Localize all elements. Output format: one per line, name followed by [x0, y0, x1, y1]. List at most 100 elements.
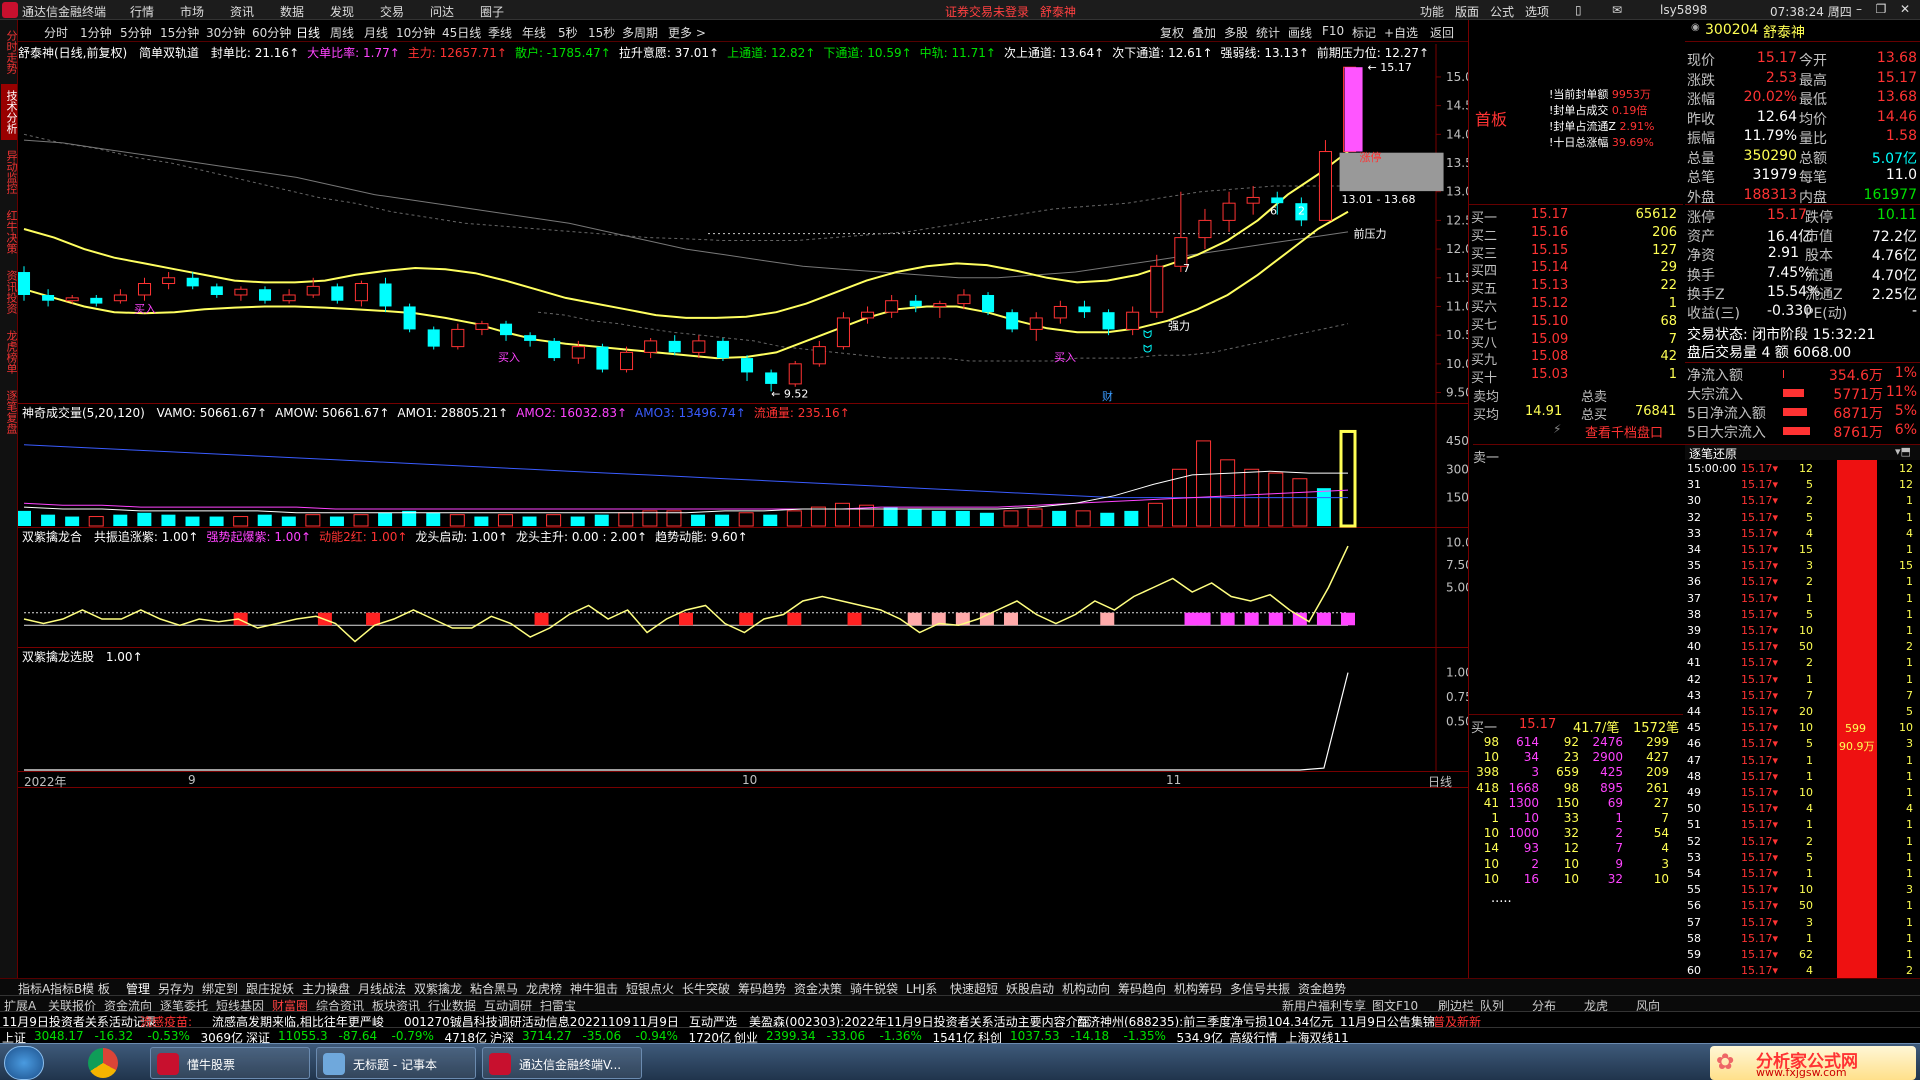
candle[interactable] [137, 283, 152, 296]
volume-bar[interactable] [305, 514, 321, 527]
candle[interactable] [668, 340, 681, 353]
period-tab[interactable]: 季线 [488, 24, 512, 41]
volume-pane[interactable]: 神奇成交量(5,20,120) VAMO: 50661.67↑ AMOW: 506… [18, 404, 1468, 528]
vtab-timeshare[interactable]: 分时走势 [1, 24, 18, 80]
menu-item[interactable]: 数据 [280, 3, 304, 20]
dragon-indicator-pane[interactable]: 双紫擒龙合 共振追涨紫: 1.00↑ 强势起爆紫: 1.00↑ 动能2红: 1.00… [18, 528, 1468, 648]
vtab-decision[interactable]: 红牛决策 [1, 204, 18, 260]
candle[interactable] [306, 285, 320, 296]
chrome-icon[interactable] [88, 1048, 118, 1078]
candlestick-chart[interactable]: 15.00 14.50 14.00 13.50 13.00 12.50 12.00 11.50… [18, 44, 1468, 404]
volume-bar[interactable] [1100, 512, 1115, 526]
candle[interactable] [644, 340, 658, 353]
volume-bar[interactable] [1292, 478, 1308, 527]
view-thousand-button[interactable]: 查看千档盘口 [1585, 422, 1663, 441]
volume-bar[interactable] [1339, 429, 1357, 528]
period-tab[interactable]: 60分钟 [252, 24, 291, 41]
period-tab[interactable]: 15分钟 [160, 24, 199, 41]
volume-bar[interactable] [88, 516, 104, 527]
top-menu-formula[interactable]: 公式 [1490, 3, 1514, 20]
buy-level-row[interactable]: 买八 15.09 7 [1471, 332, 1677, 351]
candle[interactable] [765, 372, 778, 384]
tool-back[interactable]: 返回 [1430, 24, 1454, 41]
period-tab-daily[interactable]: 日线 [296, 24, 320, 41]
volume-bar[interactable] [474, 516, 489, 526]
login-warning[interactable]: 证券交易未登录 [945, 3, 1029, 20]
volume-bar[interactable] [497, 514, 513, 527]
candle[interactable] [499, 323, 513, 336]
period-more[interactable]: 更多 > [668, 24, 706, 41]
candle[interactable] [258, 289, 272, 301]
start-button[interactable] [4, 1046, 44, 1080]
candle[interactable] [1246, 196, 1260, 204]
volume-bar[interactable] [161, 514, 176, 526]
candle[interactable] [427, 329, 440, 347]
menu-item[interactable]: 问达 [430, 3, 454, 20]
taskbar-item[interactable]: 无标题 - 记事本 [316, 1047, 476, 1079]
minimize-icon[interactable]: – [1848, 2, 1870, 18]
taskbar-item[interactable]: 通达信金融终端V... [482, 1047, 642, 1079]
volume-bar[interactable] [1196, 440, 1212, 527]
candle[interactable] [1078, 306, 1091, 313]
menu-item[interactable]: 发现 [330, 3, 354, 20]
volume-bar[interactable] [1052, 510, 1067, 526]
vtab-news[interactable]: 资讯投资 [1, 264, 18, 320]
candle[interactable] [571, 346, 585, 359]
vtab-dragon[interactable]: 龙虎榜单 [1, 324, 18, 380]
tool-stats[interactable]: 统计 [1256, 24, 1280, 41]
tool-f10[interactable]: F10 [1322, 24, 1344, 38]
volume-bar[interactable] [426, 512, 441, 526]
candle[interactable] [909, 300, 922, 307]
buy-level-row[interactable]: 买四 15.14 29 [1471, 260, 1677, 279]
candle[interactable] [1318, 151, 1332, 221]
candle[interactable] [885, 300, 899, 313]
menu-item[interactable]: 圈子 [480, 3, 504, 20]
volume-bar[interactable] [1147, 502, 1163, 527]
buy-level-row[interactable]: 买三 15.15 127 [1471, 243, 1677, 262]
volume-bar[interactable] [546, 514, 562, 527]
tool-add-watchlist[interactable]: +自选 [1384, 24, 1418, 41]
volume-bar[interactable] [18, 510, 31, 526]
volume-bar[interactable] [907, 508, 922, 526]
period-tab[interactable]: 分时 [44, 24, 68, 41]
maximize-icon[interactable]: ❐ [1870, 2, 1892, 18]
volume-bar[interactable] [233, 516, 249, 527]
tick-list[interactable]: 15:00:00 15.17▾ 12 12 31 15.17▾ 5 12 30 15.17▾ 2 1 3… [1685, 460, 1920, 1000]
period-tab[interactable]: 45日线 [442, 24, 481, 41]
tool-mark[interactable]: 标记 [1352, 24, 1376, 41]
period-tab[interactable]: 年线 [522, 24, 546, 41]
volume-bar[interactable] [41, 514, 56, 526]
vtab-replay[interactable]: 逐笔复盘 [1, 384, 18, 440]
volume-bar[interactable] [738, 512, 754, 527]
candle[interactable] [1271, 197, 1284, 204]
period-tab[interactable]: 30分钟 [206, 24, 245, 41]
candle[interactable] [354, 283, 368, 302]
phone-icon[interactable]: ▯ [1575, 3, 1582, 17]
tool-draw[interactable]: 画线 [1288, 24, 1312, 41]
volume-bar[interactable] [763, 514, 778, 526]
select-chart[interactable]: 1.00 0.75 0.50 [18, 648, 1468, 772]
buy-level-row[interactable]: 买九 15.08 42 [1471, 349, 1677, 368]
period-tab[interactable]: 多周期 [622, 24, 658, 41]
buy-level-row[interactable]: 买六 15.12 1 [1471, 296, 1677, 315]
volume-bar[interactable] [1124, 510, 1139, 526]
back-nav-icon[interactable]: ‹ [1826, 2, 1848, 18]
close-icon[interactable]: ✕ [1894, 2, 1916, 18]
candle[interactable] [186, 277, 199, 287]
candle[interactable] [1150, 265, 1164, 313]
volume-bar[interactable] [691, 514, 706, 526]
volume-bar[interactable] [113, 514, 128, 526]
candle[interactable] [162, 277, 176, 285]
candle[interactable] [524, 335, 537, 341]
volume-chart[interactable]: 45000 30000 15000 [18, 404, 1468, 528]
volume-bar[interactable] [979, 512, 994, 526]
tick-menu-icon[interactable]: ▾⬒ [1895, 445, 1911, 458]
period-tab[interactable]: 10分钟 [396, 24, 435, 41]
candle[interactable] [812, 346, 826, 365]
volume-bar[interactable] [329, 516, 344, 526]
candle[interactable] [331, 286, 344, 301]
candle[interactable] [282, 294, 296, 302]
candle[interactable] [234, 288, 248, 296]
volume-bar[interactable] [449, 514, 465, 527]
candle[interactable] [18, 272, 31, 295]
